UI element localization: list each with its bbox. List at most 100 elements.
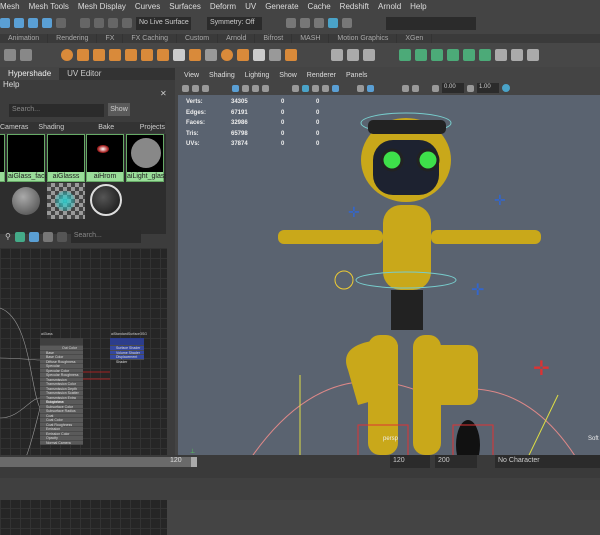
tab-cameras[interactable]: Cameras — [0, 122, 28, 133]
shelf-green-3-icon[interactable] — [431, 49, 443, 61]
bookmark-icon[interactable] — [202, 84, 209, 92]
transform-icon[interactable] — [4, 49, 16, 61]
smooth-shade-icon[interactable] — [302, 84, 309, 92]
grid-toggle-icon[interactable] — [232, 84, 239, 92]
cube-icon[interactable] — [237, 49, 249, 61]
live-surface-field[interactable]: No Live Surface — [136, 16, 191, 30]
swatch[interactable]: aiLight_glass — [126, 134, 166, 182]
snap-point-icon[interactable] — [108, 18, 118, 28]
camera-icon[interactable] — [182, 84, 189, 92]
ipr-icon[interactable] — [300, 18, 310, 28]
lock-icon[interactable] — [56, 18, 66, 28]
shelf-tab-bifrost[interactable]: Bifrost — [255, 34, 293, 43]
textured-icon[interactable] — [322, 84, 329, 92]
box-icon[interactable] — [189, 49, 201, 61]
film-gate-icon[interactable] — [242, 84, 249, 92]
swatch[interactable]: k — [0, 134, 5, 182]
vp-menu-shading[interactable]: Shading — [209, 70, 235, 81]
shelf-x-icon[interactable] — [511, 49, 523, 61]
menu-arnold[interactable]: Arnold — [378, 2, 401, 11]
default-material-icon[interactable] — [312, 84, 319, 92]
grid-icon[interactable] — [109, 49, 121, 61]
range-bar[interactable] — [0, 457, 195, 467]
graph-icon[interactable] — [14, 231, 25, 242]
exposure-field[interactable]: 0.00 — [442, 83, 464, 93]
layers-icon[interactable] — [253, 49, 265, 61]
tab-projects[interactable]: Projects — [140, 122, 165, 133]
frame-icon[interactable] — [205, 49, 217, 61]
shelf-green-6-icon[interactable] — [479, 49, 491, 61]
shader-node-aiglass[interactable]: Out Color Base Base Color Diffuse Roughnes… — [40, 338, 83, 445]
shelf-green-5-icon[interactable] — [463, 49, 475, 61]
menu-surfaces[interactable]: Surfaces — [169, 2, 201, 11]
end-time-field[interactable]: 120 — [390, 455, 430, 468]
safe-action-icon[interactable] — [262, 84, 269, 92]
tab-bake-sets[interactable]: Bake Sets — [98, 122, 129, 142]
ambient-occlusion-icon[interactable] — [367, 84, 374, 92]
shelf-tab-mash[interactable]: MASH — [292, 34, 330, 43]
mask-icon[interactable] — [42, 18, 52, 28]
search-icon[interactable]: ⚲ — [5, 232, 11, 241]
shading-group-node[interactable]: Surface Shader Volume Shader Displacement … — [110, 338, 144, 364]
brush-icon[interactable] — [363, 49, 375, 61]
vp-menu-view[interactable]: View — [184, 70, 199, 81]
symmetry-field[interactable]: Symmetry: Off — [207, 16, 262, 30]
render-settings-icon[interactable] — [314, 18, 324, 28]
offset-icon[interactable] — [141, 49, 153, 61]
menu-deform[interactable]: Deform — [210, 2, 236, 11]
distribute-icon[interactable] — [77, 49, 89, 61]
snap-view-icon[interactable] — [122, 18, 132, 28]
resolution-gate-icon[interactable] — [252, 84, 259, 92]
vp-menu-panels[interactable]: Panels — [346, 70, 367, 81]
swatch[interactable]: aiGlasss — [47, 134, 85, 182]
select-object-icon[interactable] — [14, 18, 24, 28]
lights-icon[interactable] — [332, 84, 339, 92]
swatch-sphere[interactable] — [12, 187, 40, 215]
swatch-chrome[interactable] — [90, 184, 122, 216]
pivot-icon[interactable] — [20, 49, 32, 61]
swatch[interactable]: aiGlass_face — [7, 134, 48, 182]
tab-uv-editor[interactable]: UV Editor — [59, 68, 109, 80]
tab-hypershade[interactable]: Hypershade — [0, 68, 60, 80]
square-icon[interactable] — [269, 49, 281, 61]
select-hierarchy-icon[interactable] — [0, 18, 10, 28]
shelf-tab-fx[interactable]: FX — [97, 34, 124, 43]
curve-node-icon[interactable] — [157, 49, 169, 61]
pause-icon[interactable] — [342, 18, 352, 28]
sphere-icon[interactable] — [221, 49, 233, 61]
character-set-dropdown[interactable]: No Character — [495, 455, 600, 468]
wireframe-icon[interactable] — [292, 84, 299, 92]
shelf-green-1-icon[interactable] — [399, 49, 411, 61]
menu-curves[interactable]: Curves — [135, 2, 160, 11]
show-button[interactable]: Show — [108, 103, 130, 116]
shelf-tab-motion-graphics[interactable]: Motion Graphics — [329, 34, 398, 43]
menu-generate[interactable]: Generate — [265, 2, 298, 11]
swatch-checker[interactable] — [47, 183, 85, 219]
xray-icon[interactable] — [412, 84, 419, 92]
hypershade-search-input[interactable]: Search... — [9, 104, 104, 117]
menu-help[interactable]: Help — [410, 2, 426, 11]
random-icon[interactable] — [125, 49, 137, 61]
snap-grid-icon[interactable] — [80, 18, 90, 28]
viewport-persp[interactable]: View Shading Lighting Show Renderer Pane… — [178, 70, 600, 478]
shelf-green-4-icon[interactable] — [447, 49, 459, 61]
menu-cache[interactable]: Cache — [308, 2, 331, 11]
menu-mesh[interactable]: Mesh — [0, 2, 20, 11]
shelf-tab-xgen[interactable]: XGen — [397, 34, 433, 43]
range-handle[interactable] — [191, 457, 197, 467]
shelf-tab-animation[interactable]: Animation — [0, 34, 49, 43]
select-component-icon[interactable] — [28, 18, 38, 28]
shelf-tab-arnold[interactable]: Arnold — [218, 34, 256, 43]
bounds-icon[interactable] — [347, 49, 359, 61]
shelf-green-2-icon[interactable] — [415, 49, 427, 61]
shelf-grid-icon[interactable] — [527, 49, 539, 61]
instancer-icon[interactable] — [93, 49, 105, 61]
menu-redshift[interactable]: Redshift — [340, 2, 369, 11]
mash-create-icon[interactable] — [61, 49, 73, 61]
render-icon[interactable] — [286, 18, 296, 28]
shelf-tab-fx-caching[interactable]: FX Caching — [123, 34, 177, 43]
menu-mesh-tools[interactable]: Mesh Tools — [29, 2, 69, 11]
shadows-icon[interactable] — [357, 84, 364, 92]
menu-mesh-display[interactable]: Mesh Display — [78, 2, 126, 11]
robot-model[interactable]: ✛ ✛ ✛ ✛ — [178, 95, 600, 478]
